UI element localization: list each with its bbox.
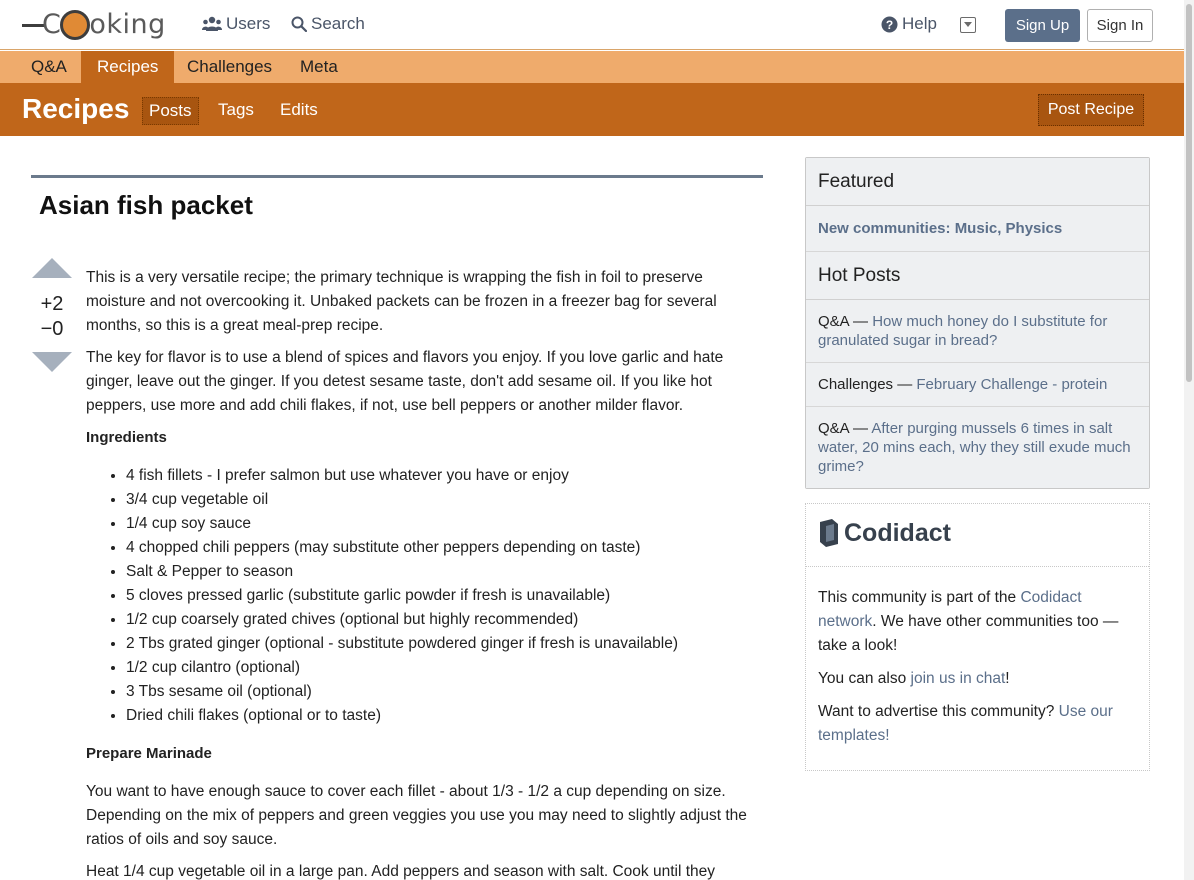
list-item: Dried chili flakes (optional or to taste… xyxy=(126,704,756,728)
chat-link[interactable]: join us in chat xyxy=(911,670,1006,687)
codidact-logo-icon xyxy=(820,519,838,547)
hot-post-category: Challenges — xyxy=(818,376,917,393)
svg-text:?: ? xyxy=(886,18,893,32)
downvote-icon[interactable] xyxy=(32,352,72,372)
post-recipe-button[interactable]: Post Recipe xyxy=(1038,94,1144,126)
tab-recipes[interactable]: Recipes xyxy=(81,51,175,83)
dropdown-toggle[interactable] xyxy=(960,17,976,33)
section-header: Recipes Posts Tags Edits Post Recipe xyxy=(0,83,1184,136)
ingredients-list: 4 fish fillets - I prefer salmon but use… xyxy=(86,464,756,728)
post-body: This is a very versatile recipe; the pri… xyxy=(86,266,756,880)
users-link[interactable]: Users xyxy=(202,14,270,34)
edits-link[interactable]: Edits xyxy=(274,97,324,123)
users-label: Users xyxy=(226,14,271,33)
caret-down-icon xyxy=(964,22,972,27)
help-label: Help xyxy=(902,14,937,33)
hot-post-link[interactable]: February Challenge - protein xyxy=(916,376,1107,393)
codidact-body: This community is part of the Codidact n… xyxy=(818,586,1140,757)
vote-widget: +2 −0 xyxy=(32,258,72,372)
list-item: 4 chopped chili peppers (may substitute … xyxy=(126,536,756,560)
sign-in-button[interactable]: Sign In xyxy=(1087,9,1153,42)
pan-icon xyxy=(60,9,91,40)
hot-post-item: Q&A — How much honey do I substitute for… xyxy=(806,300,1149,363)
list-item: 1/2 cup coarsely grated chives (optional… xyxy=(126,608,756,632)
users-icon xyxy=(202,16,222,31)
list-item: 1/2 cup cilantro (optional) xyxy=(126,656,756,680)
site-logo[interactable]: Coking xyxy=(22,6,166,44)
hot-posts-heading: Hot Posts xyxy=(806,252,1149,300)
codidact-paragraph: Want to advertise this community? Use ou… xyxy=(818,700,1140,748)
post-paragraph: You want to have enough sauce to cover e… xyxy=(86,783,747,848)
text-span: Want to advertise this community? xyxy=(818,703,1059,720)
codidact-paragraph: You can also join us in chat! xyxy=(818,667,1140,691)
marinade-heading: Prepare Marinade xyxy=(86,745,212,762)
search-label: Search xyxy=(311,14,365,33)
upvote-icon[interactable] xyxy=(32,258,72,278)
list-item: 3/4 cup vegetable oil xyxy=(126,488,756,512)
codidact-logo-text: Codidact xyxy=(844,518,951,547)
hot-post-item: Challenges — February Challenge - protei… xyxy=(806,363,1149,407)
tags-link[interactable]: Tags xyxy=(212,97,260,123)
pan-handle xyxy=(22,23,44,27)
text-span: ! xyxy=(1005,670,1010,687)
search-link[interactable]: Search xyxy=(291,14,365,34)
sidebar-widget: Featured New communities: Music, Physics… xyxy=(805,157,1150,489)
hot-post-item: Q&A — After purging mussels 6 times in s… xyxy=(806,407,1149,488)
text-span: This community is part of the xyxy=(818,589,1021,606)
text-span: You can also xyxy=(818,670,911,687)
featured-heading: Featured xyxy=(806,158,1149,206)
codidact-paragraph: This community is part of the Codidact n… xyxy=(818,586,1140,658)
codidact-widget: Codidact This community is part of the C… xyxy=(805,503,1150,771)
top-bar: Coking Users Search ? Help Sign Up Sign … xyxy=(0,0,1184,50)
tab-qa[interactable]: Q&A xyxy=(15,51,83,83)
list-item: 1/4 cup soy sauce xyxy=(126,512,756,536)
hot-post-category: Q&A — xyxy=(818,313,873,330)
section-title[interactable]: Recipes xyxy=(22,93,129,125)
list-item: 4 fish fillets - I prefer salmon but use… xyxy=(126,464,756,488)
help-icon: ? xyxy=(881,16,898,32)
help-link[interactable]: ? Help xyxy=(881,14,937,34)
list-item: 5 cloves pressed garlic (substitute garl… xyxy=(126,584,756,608)
search-icon xyxy=(291,16,307,32)
upvote-count: +2 xyxy=(40,293,64,315)
post-title: Asian fish packet xyxy=(39,190,253,220)
title-divider xyxy=(31,175,763,178)
tab-meta[interactable]: Meta xyxy=(284,51,354,83)
list-item: 2 Tbs grated ginger (optional - substitu… xyxy=(126,632,756,656)
list-item: 3 Tbs sesame oil (optional) xyxy=(126,680,756,704)
category-tabs: Q&A Recipes Challenges Meta xyxy=(0,51,1184,83)
list-item: Salt & Pepper to season xyxy=(126,560,756,584)
scrollbar-thumb[interactable] xyxy=(1186,4,1192,382)
featured-link[interactable]: New communities: Music, Physics xyxy=(806,206,1149,252)
codidact-divider xyxy=(806,566,1149,567)
downvote-count: −0 xyxy=(40,318,64,340)
tab-challenges[interactable]: Challenges xyxy=(171,51,288,83)
logo-text: Coking xyxy=(42,9,166,41)
post-paragraph: The key for flavor is to use a blend of … xyxy=(86,349,724,414)
hot-post-category: Q&A — xyxy=(818,420,872,437)
post-paragraph: Heat 1/4 cup vegetable oil in a large pa… xyxy=(86,863,716,880)
ingredients-heading: Ingredients xyxy=(86,429,167,446)
sign-up-button[interactable]: Sign Up xyxy=(1005,9,1080,42)
codidact-logo[interactable]: Codidact xyxy=(818,516,951,550)
post-paragraph: This is a very versatile recipe; the pri… xyxy=(86,269,717,334)
posts-link[interactable]: Posts xyxy=(142,97,199,125)
page-scrollbar[interactable] xyxy=(1184,0,1194,880)
